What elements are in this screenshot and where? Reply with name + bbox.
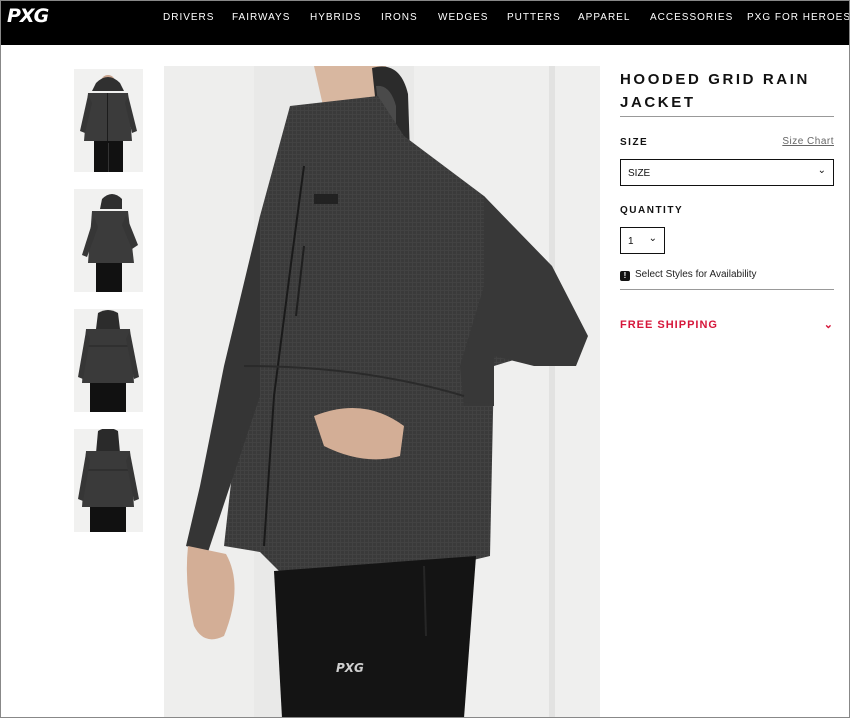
quantity-label: QUANTITY bbox=[620, 205, 684, 216]
size-select[interactable]: SIZE ⌄ bbox=[620, 159, 834, 186]
chevron-down-icon: ⌄ bbox=[648, 233, 657, 244]
free-shipping-toggle[interactable]: FREE SHIPPING ⌄ bbox=[620, 319, 834, 331]
chevron-down-icon: ⌄ bbox=[817, 165, 826, 176]
size-select-value: SIZE bbox=[628, 168, 651, 179]
nav-item-putters[interactable]: PUTTERS bbox=[507, 12, 561, 23]
top-navigation: PXG DRIVERS FAIRWAYS HYBRIDS IRONS WEDGE… bbox=[0, 0, 850, 45]
shorts-logo: PXG bbox=[336, 661, 364, 675]
nav-item-pxg-for-heroes[interactable]: PXG FOR HEROES bbox=[747, 12, 850, 23]
availability-text: Select Styles for Availability bbox=[635, 269, 757, 280]
quantity-select[interactable]: 1 ⌄ bbox=[620, 227, 665, 254]
thumbnail-back[interactable] bbox=[74, 309, 143, 412]
nav-item-hybrids[interactable]: HYBRIDS bbox=[310, 12, 361, 23]
quantity-select-value: 1 bbox=[628, 236, 634, 247]
free-shipping-label: FREE SHIPPING bbox=[620, 319, 718, 331]
availability-note: ! Select Styles for Availability bbox=[620, 269, 757, 281]
availability-divider bbox=[620, 289, 834, 290]
thumbnail-side[interactable] bbox=[74, 189, 143, 292]
nav-item-wedges[interactable]: WEDGES bbox=[438, 12, 488, 23]
thumbnail-back-hood[interactable] bbox=[74, 429, 143, 532]
pxg-logo[interactable]: PXG bbox=[7, 5, 55, 29]
alert-icon: ! bbox=[620, 271, 630, 281]
nav-item-apparel[interactable]: APPAREL bbox=[578, 12, 630, 23]
nav-item-irons[interactable]: IRONS bbox=[381, 12, 418, 23]
chevron-down-icon: ⌄ bbox=[823, 319, 834, 331]
nav-item-drivers[interactable]: DRIVERS bbox=[163, 12, 214, 23]
main-product-image: PXG bbox=[164, 66, 600, 718]
thumbnail-front[interactable] bbox=[74, 69, 143, 172]
nav-item-fairways[interactable]: FAIRWAYS bbox=[232, 12, 290, 23]
size-chart-link[interactable]: Size Chart bbox=[782, 136, 834, 147]
product-title: HOODED GRID RAIN JACKET bbox=[620, 71, 810, 111]
title-divider bbox=[620, 116, 834, 117]
size-label: SIZE bbox=[620, 137, 649, 148]
nav-item-accessories[interactable]: ACCESSORIES bbox=[650, 12, 733, 23]
